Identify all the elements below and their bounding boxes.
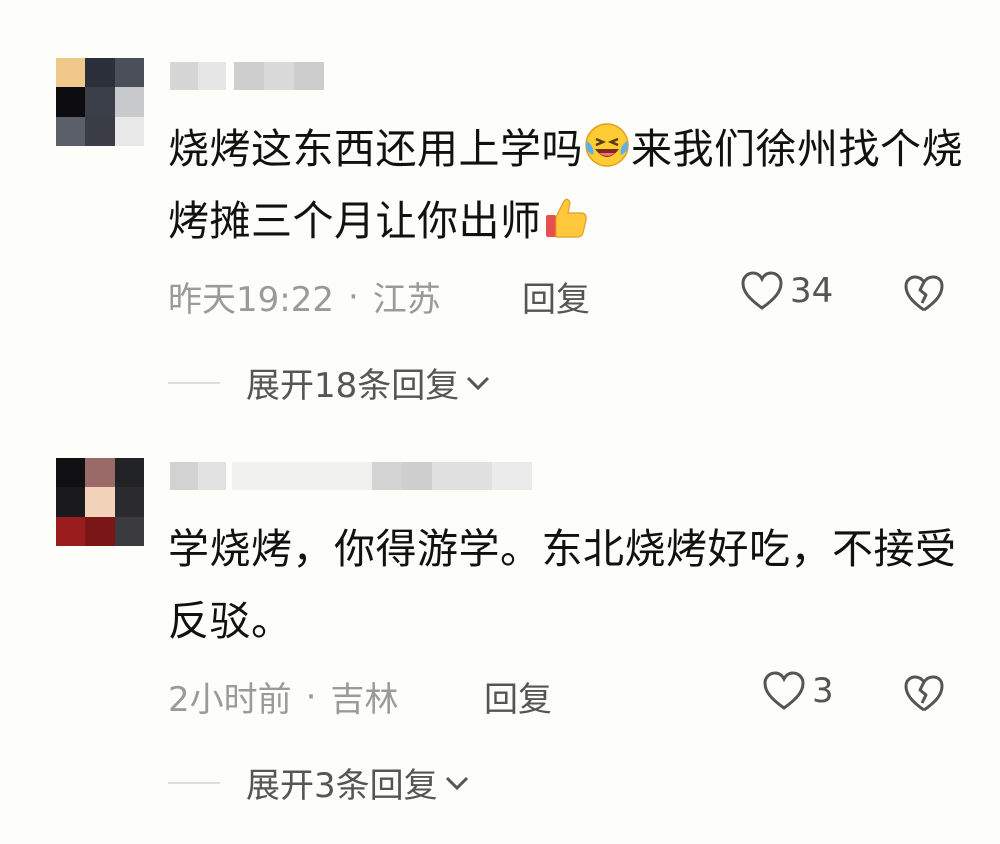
dislike-button[interactable] xyxy=(903,675,945,717)
comment-text: 学烧烤，你得游学。东北烧烤好吃，不接受反驳。 xyxy=(168,525,957,645)
heart-outline-icon xyxy=(763,671,805,710)
username-blurred[interactable] xyxy=(170,60,324,92)
expand-replies-label: 展开3条回复 xyxy=(246,766,438,806)
comment-time: 昨天19:22 xyxy=(168,280,334,320)
avatar[interactable] xyxy=(56,58,144,146)
heart-outline-icon xyxy=(741,271,783,310)
divider-line xyxy=(168,381,220,384)
like-count: 34 xyxy=(790,271,834,311)
comment-meta: 昨天19:22 · 江苏 xyxy=(168,272,441,321)
expand-replies-button[interactable]: 展开18条回复 xyxy=(168,358,491,407)
broken-heart-icon xyxy=(904,275,944,312)
meta-separator: · xyxy=(305,676,317,717)
comment-time: 2小时前 xyxy=(168,680,292,720)
comment-text-part1: 烧烤这东西还用上学吗 xyxy=(168,125,583,173)
broken-heart-icon xyxy=(904,675,944,712)
chevron-down-icon xyxy=(445,776,468,790)
avatar[interactable] xyxy=(56,458,144,546)
comment-location: 江苏 xyxy=(372,280,441,320)
comment-item: 烧烤这东西还用上学吗 来我们徐州找个烧烤摊三个月让你出师 昨天19:22 · 江… xyxy=(0,58,1000,406)
laughing-crying-emoji-icon xyxy=(585,123,629,167)
like-button[interactable]: 3 xyxy=(762,671,834,711)
divider-line xyxy=(168,781,220,784)
like-button[interactable]: 34 xyxy=(740,271,833,311)
expand-replies-button[interactable]: 展开3条回复 xyxy=(168,758,470,807)
reply-button[interactable]: 回复 xyxy=(522,272,590,321)
comment-meta: 2小时前 · 吉林 xyxy=(168,672,398,721)
dislike-button[interactable] xyxy=(903,275,945,317)
like-count: 3 xyxy=(812,671,834,711)
username-blurred[interactable] xyxy=(170,460,532,492)
chevron-down-icon xyxy=(467,376,490,390)
expand-replies-label: 展开18条回复 xyxy=(246,366,460,406)
comment-location: 吉林 xyxy=(330,680,399,720)
comment-text: 烧烤这东西还用上学吗 来我们徐州找个烧烤摊三个月让你出师 xyxy=(168,113,968,257)
thumbs-up-emoji-icon xyxy=(545,198,587,238)
meta-separator: · xyxy=(347,276,359,317)
reply-button[interactable]: 回复 xyxy=(484,672,552,721)
comment-item: 学烧烤，你得游学。东北烧烤好吃，不接受反驳。 2小时前 · 吉林 回复 3 展开… xyxy=(0,458,1000,806)
